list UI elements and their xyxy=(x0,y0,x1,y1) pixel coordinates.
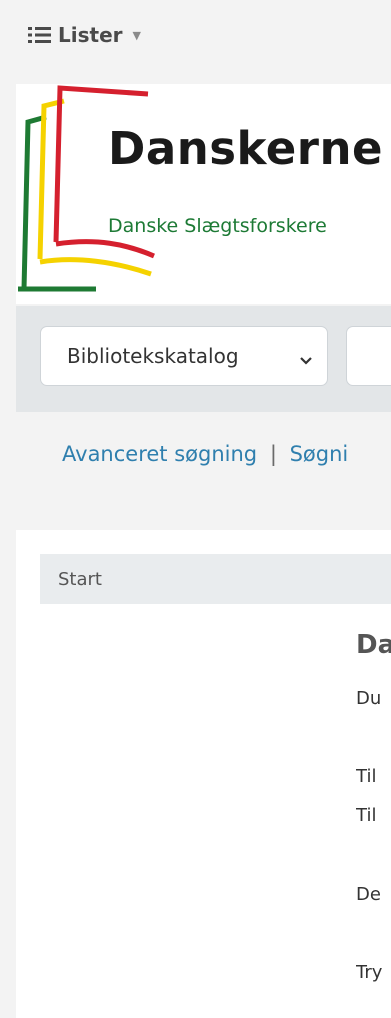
advanced-search-link[interactable]: Avanceret søgning xyxy=(62,442,257,466)
search-bar: Bibliotekskatalog xyxy=(16,306,391,412)
paragraph-line: Try xyxy=(356,962,383,983)
breadcrumb: Start xyxy=(40,554,391,604)
lists-label: Lister xyxy=(58,23,123,47)
paragraph-line: De xyxy=(356,884,381,905)
search-history-link[interactable]: Søgni xyxy=(290,442,349,466)
lists-menu-button[interactable]: Lister ▼ xyxy=(28,23,141,47)
catalog-select[interactable]: Bibliotekskatalog xyxy=(40,326,328,386)
search-input[interactable] xyxy=(346,326,391,386)
paragraph-line: Til xyxy=(356,766,377,787)
link-separator: | xyxy=(269,442,277,466)
main-content: Start Da Du Til Til De Try xyxy=(16,530,391,1018)
list-icon xyxy=(28,25,52,45)
paragraph-line: Du xyxy=(356,688,382,709)
paragraph-line: Til xyxy=(356,805,377,826)
page-title: Da xyxy=(356,630,391,660)
site-header: Danskerne Danske Slægtsforskere xyxy=(16,84,391,304)
brand-tagline: Danske Slægtsforskere xyxy=(108,215,327,237)
breadcrumb-start-link[interactable]: Start xyxy=(58,569,102,590)
brand-title[interactable]: Danskerne xyxy=(108,122,383,175)
catalog-select-value: Bibliotekskatalog xyxy=(67,344,239,368)
top-navbar: Lister ▼ xyxy=(0,0,391,75)
search-links: Avanceret søgning | Søgni xyxy=(62,442,348,466)
chevron-down-icon xyxy=(299,349,313,373)
caret-down-icon: ▼ xyxy=(132,28,141,42)
logo-icon[interactable] xyxy=(16,84,166,304)
main-text-column: Da Du Til Til De Try xyxy=(356,630,391,1018)
